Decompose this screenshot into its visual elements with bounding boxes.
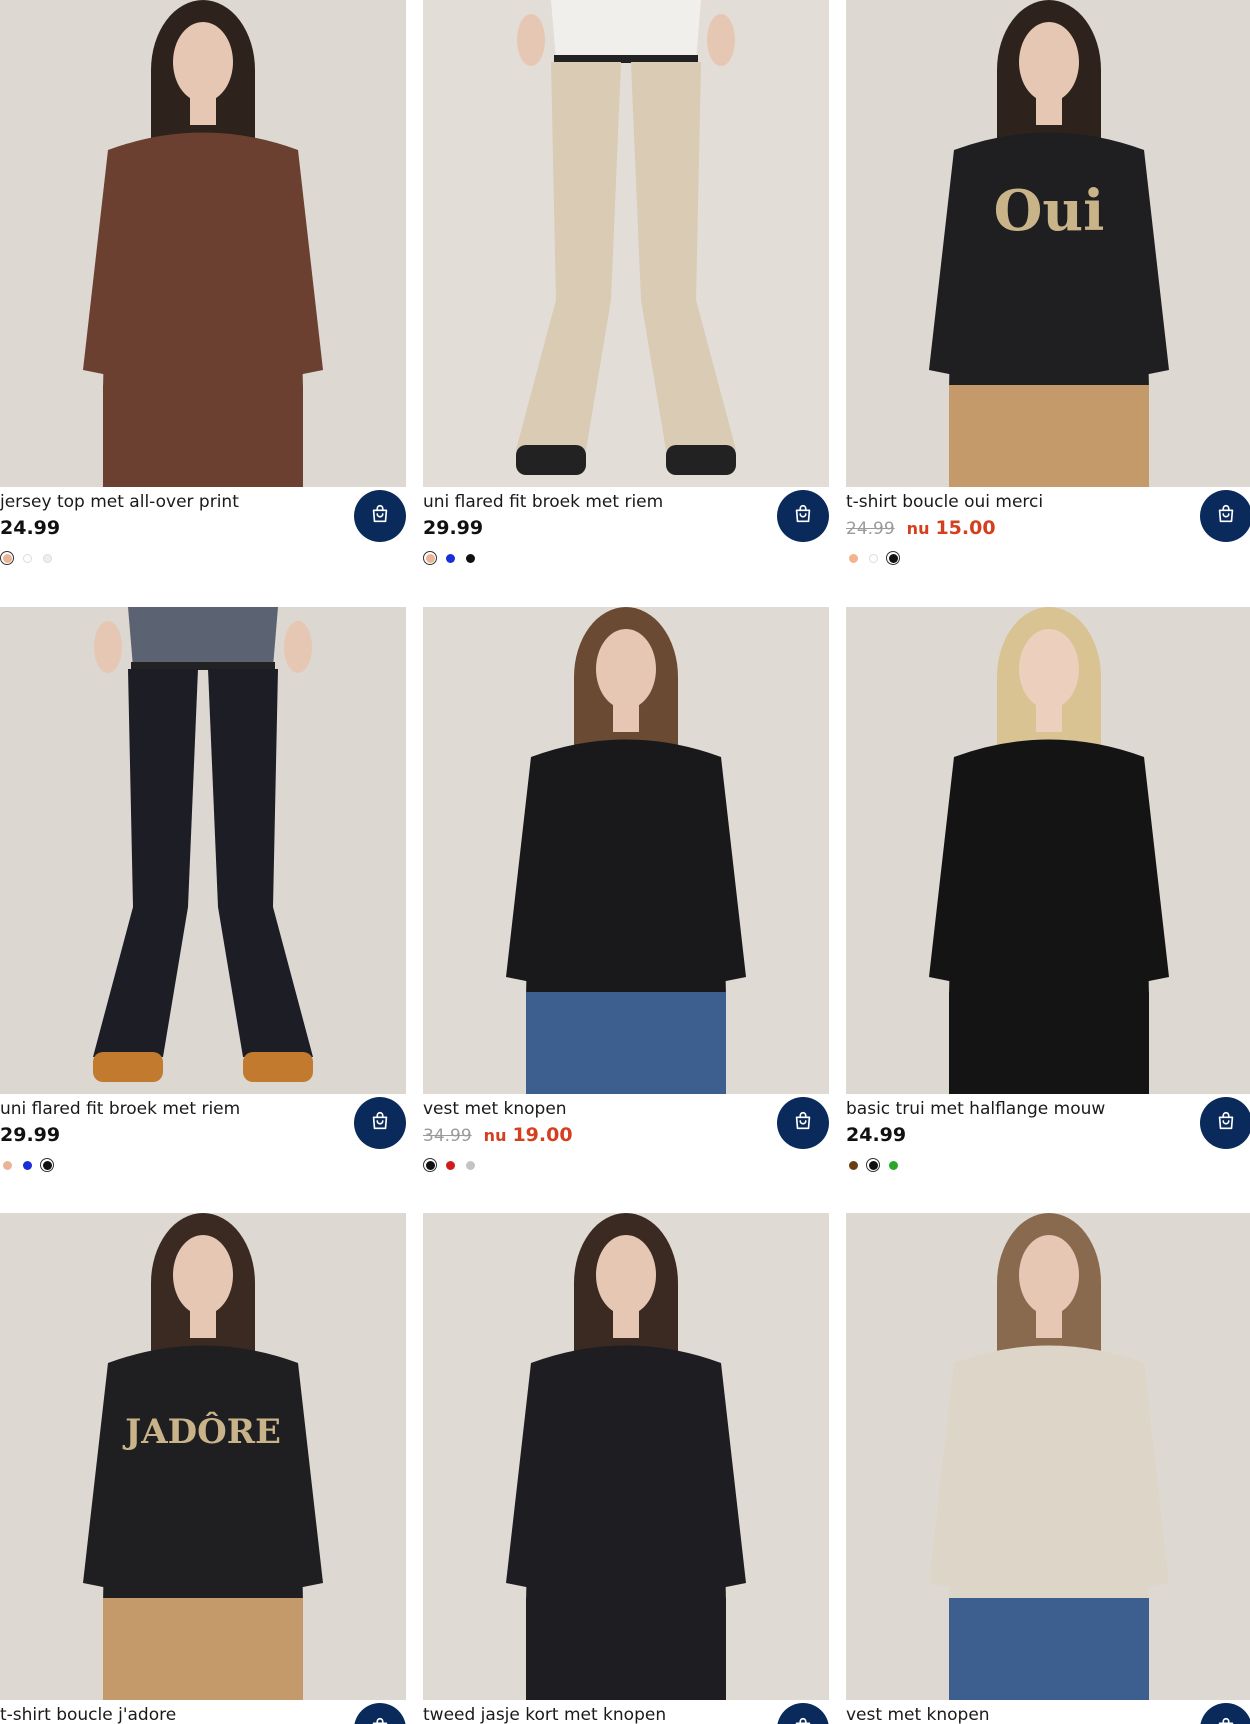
product-name[interactable]: tweed jasje kort met knopen: [423, 1704, 666, 1724]
color-swatch[interactable]: [40, 1158, 54, 1172]
old-price: 34.99: [423, 1126, 472, 1146]
shopping-bag-icon: [792, 1110, 814, 1136]
product-card[interactable]: uni flared fit broek met riem 29.99: [423, 0, 829, 587]
product-image[interactable]: [423, 0, 829, 487]
product-info: uni flared fit broek met riem 29.99: [0, 1094, 406, 1194]
product-image[interactable]: [0, 607, 406, 1094]
add-to-cart-button[interactable]: [777, 490, 829, 542]
color-swatches: [0, 551, 54, 565]
color-swatch[interactable]: [40, 551, 54, 565]
add-to-cart-button[interactable]: [1200, 1703, 1250, 1724]
sale-price: nu 19.00: [484, 1124, 573, 1146]
product-info: uni flared fit broek met riem 29.99: [423, 487, 829, 587]
add-to-cart-button[interactable]: [1200, 490, 1250, 542]
product-name[interactable]: uni flared fit broek met riem: [423, 491, 663, 513]
shopping-bag-icon: [1215, 503, 1237, 529]
price-row: 34.99 nu 19.00: [423, 1124, 573, 1148]
color-swatch[interactable]: [866, 1158, 880, 1172]
product-name[interactable]: jersey top met all-over print: [0, 491, 239, 513]
product-card[interactable]: JADÔRE t-shirt boucle j'adore: [0, 1213, 406, 1724]
product-image[interactable]: JADÔRE: [0, 1213, 406, 1700]
color-swatches: [846, 551, 900, 565]
color-swatch[interactable]: [443, 551, 457, 565]
product-price: 24.99: [846, 1124, 907, 1146]
product-info: jersey top met all-over print 24.99: [0, 487, 406, 587]
product-card[interactable]: uni flared fit broek met riem 29.99: [0, 607, 406, 1194]
color-swatch[interactable]: [0, 1158, 14, 1172]
product-card[interactable]: tweed jasje kort met knopen: [423, 1213, 829, 1724]
color-swatch[interactable]: [886, 1158, 900, 1172]
color-swatch[interactable]: [463, 1158, 477, 1172]
color-swatch[interactable]: [443, 1158, 457, 1172]
product-image[interactable]: Oui: [846, 0, 1250, 487]
shopping-bag-icon: [1215, 1110, 1237, 1136]
add-to-cart-button[interactable]: [777, 1097, 829, 1149]
color-swatch[interactable]: [20, 551, 34, 565]
shopping-bag-icon: [369, 1716, 391, 1724]
garment-print-text: Oui: [994, 178, 1105, 244]
price-row: 24.99 nu 15.00: [846, 517, 996, 541]
color-swatch[interactable]: [886, 551, 900, 565]
product-name[interactable]: t-shirt boucle oui merci: [846, 491, 1043, 513]
product-price: 29.99: [0, 1124, 61, 1146]
sale-prefix: nu: [483, 1126, 507, 1145]
product-image[interactable]: [846, 1213, 1250, 1700]
product-price: 29.99: [423, 517, 484, 539]
color-swatch[interactable]: [20, 1158, 34, 1172]
product-price: 24.99: [0, 517, 61, 539]
color-swatch[interactable]: [846, 1158, 860, 1172]
add-to-cart-button[interactable]: [777, 1703, 829, 1724]
product-card[interactable]: vest met knopen: [846, 1213, 1250, 1724]
sale-prefix: nu: [906, 519, 930, 538]
color-swatches: [423, 551, 477, 565]
product-card[interactable]: basic trui met halflange mouw 24.99: [846, 607, 1250, 1194]
price-row: 29.99: [423, 517, 483, 541]
product-image[interactable]: [846, 607, 1250, 1094]
product-image[interactable]: [0, 0, 406, 487]
product-card[interactable]: jersey top met all-over print 24.99: [0, 0, 406, 587]
color-swatch[interactable]: [866, 551, 880, 565]
color-swatches: [0, 1158, 54, 1172]
color-swatch[interactable]: [846, 551, 860, 565]
add-to-cart-button[interactable]: [354, 1703, 406, 1724]
product-card[interactable]: Oui t-shirt boucle oui merci 24.99 nu 15.00: [846, 0, 1250, 587]
add-to-cart-button[interactable]: [354, 490, 406, 542]
price-row: 29.99: [0, 1124, 60, 1148]
price-row: 24.99: [846, 1124, 906, 1148]
product-info: t-shirt boucle oui merci 24.99 nu 15.00: [846, 487, 1250, 587]
add-to-cart-button[interactable]: [1200, 1097, 1250, 1149]
add-to-cart-button[interactable]: [354, 1097, 406, 1149]
product-name[interactable]: t-shirt boucle j'adore: [0, 1704, 176, 1724]
product-grid: jersey top met all-over print 24.99 uni fl…: [0, 0, 1250, 1724]
product-image[interactable]: [423, 1213, 829, 1700]
shopping-bag-icon: [1215, 1716, 1237, 1724]
sale-price-value: 15.00: [935, 517, 996, 539]
product-name[interactable]: vest met knopen: [423, 1098, 567, 1120]
old-price: 24.99: [846, 519, 895, 539]
product-card[interactable]: vest met knopen 34.99 nu 19.00: [423, 607, 829, 1194]
sale-price-value: 19.00: [512, 1124, 573, 1146]
color-swatch[interactable]: [463, 551, 477, 565]
color-swatch[interactable]: [0, 551, 14, 565]
shopping-bag-icon: [792, 1716, 814, 1724]
color-swatch[interactable]: [423, 1158, 437, 1172]
product-info: tweed jasje kort met knopen: [423, 1700, 829, 1724]
garment-print-text: JADÔRE: [122, 1411, 281, 1452]
product-info: t-shirt boucle j'adore: [0, 1700, 406, 1724]
product-name[interactable]: basic trui met halflange mouw: [846, 1098, 1105, 1120]
product-name[interactable]: vest met knopen: [846, 1704, 990, 1724]
product-info: vest met knopen: [846, 1700, 1250, 1724]
product-name[interactable]: uni flared fit broek met riem: [0, 1098, 240, 1120]
product-info: basic trui met halflange mouw 24.99: [846, 1094, 1250, 1194]
shopping-bag-icon: [369, 503, 391, 529]
product-image[interactable]: [423, 607, 829, 1094]
price-row: 24.99: [0, 517, 60, 541]
color-swatches: [423, 1158, 477, 1172]
shopping-bag-icon: [792, 503, 814, 529]
sale-price: nu 15.00: [907, 517, 996, 539]
product-info: vest met knopen 34.99 nu 19.00: [423, 1094, 829, 1194]
shopping-bag-icon: [369, 1110, 391, 1136]
color-swatches: [846, 1158, 900, 1172]
color-swatch[interactable]: [423, 551, 437, 565]
